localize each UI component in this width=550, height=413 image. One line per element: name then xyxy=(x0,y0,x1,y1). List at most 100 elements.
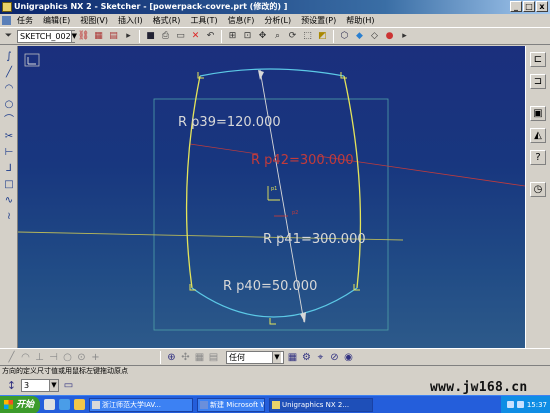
assembly-navigator-icon[interactable]: ⊏ xyxy=(530,52,546,67)
minimize-button[interactable]: _ xyxy=(510,1,522,12)
menu-tools[interactable]: 工具(T) xyxy=(185,14,222,27)
fillet-icon[interactable]: ⌒ xyxy=(2,114,16,127)
windows-logo-icon xyxy=(4,399,13,409)
trim-icon[interactable]: ✂ xyxy=(2,130,16,143)
desktop-icon[interactable] xyxy=(44,399,55,410)
table-icon[interactable]: ▤ xyxy=(107,30,120,43)
delete-icon[interactable]: ✕ xyxy=(189,30,202,43)
clock[interactable]: 15:37 xyxy=(527,396,547,413)
arc-icon[interactable]: ◠ xyxy=(2,82,16,95)
dimension-r-p39[interactable]: R p39=120.000 xyxy=(178,115,281,130)
menu-insert[interactable]: 插入(I) xyxy=(113,14,148,27)
zoom-fit-icon[interactable]: ⊞ xyxy=(226,30,239,43)
snap-line-icon[interactable]: ╱ xyxy=(6,352,17,363)
sketch-select[interactable]: SKETCH_002 ▼ xyxy=(17,29,78,43)
grid-icon[interactable]: ▦ xyxy=(92,30,105,43)
watermark: www.jw168.cn xyxy=(430,380,528,395)
more-icon[interactable]: ▸ xyxy=(398,30,411,43)
restore-button[interactable]: □ xyxy=(523,1,535,12)
layer-icon[interactable]: ◩ xyxy=(316,30,329,43)
snap-arc-icon[interactable]: ◠ xyxy=(20,352,31,363)
view-icon[interactable]: ⬚ xyxy=(301,30,314,43)
quick-pick-icon[interactable]: ⌖ xyxy=(315,352,326,363)
select-all-icon[interactable]: ▦ xyxy=(287,352,298,363)
dimension-r-p41[interactable]: R p41=300.000 xyxy=(263,232,366,247)
studio-spline-icon[interactable]: ≀ xyxy=(2,210,16,223)
window-controls: _ □ x xyxy=(510,1,548,12)
snap-end-icon[interactable]: ⊥ xyxy=(34,352,45,363)
status-prompt: 方向的定义尺寸值或用鼠标左键拖动原点 xyxy=(0,365,550,375)
history-icon[interactable]: ▣ xyxy=(530,106,546,121)
circle-icon[interactable]: ○ xyxy=(2,98,16,111)
grid-snap-icon[interactable]: ▦ xyxy=(194,352,205,363)
right-arc[interactable] xyxy=(343,75,362,289)
pan-icon[interactable]: ✥ xyxy=(256,30,269,43)
spin-icon[interactable]: ↕ xyxy=(6,379,17,392)
extend-icon[interactable]: ⊢ xyxy=(2,146,16,159)
profile-icon[interactable]: ∫ xyxy=(2,50,16,63)
point-icon[interactable]: ⊕ xyxy=(166,352,177,363)
separator xyxy=(221,29,222,43)
folder-icon[interactable] xyxy=(74,399,85,410)
help-icon[interactable]: ? xyxy=(530,150,546,165)
menu-view[interactable]: 视图(V) xyxy=(75,14,113,27)
corner-icon[interactable]: ⅃ xyxy=(2,162,16,175)
line-icon[interactable]: ╱ xyxy=(2,66,16,79)
ie-icon[interactable] xyxy=(59,399,70,410)
spline-icon[interactable]: ∿ xyxy=(2,194,16,207)
count-select[interactable]: 3 ▼ xyxy=(21,378,59,392)
volume-icon[interactable] xyxy=(516,401,524,408)
dimension-r-p40[interactable]: R p40=50.000 xyxy=(223,279,317,294)
camera-icon[interactable]: ▸ xyxy=(122,30,135,43)
menu-format[interactable]: 格式(R) xyxy=(148,14,186,27)
constraint-snap-icon[interactable]: ✣ xyxy=(180,352,191,363)
part-navigator-icon[interactable]: ⊐ xyxy=(530,74,546,89)
undo-icon[interactable]: ↶ xyxy=(204,30,217,43)
selection-filter-select[interactable]: 任何 ▼ xyxy=(226,350,284,364)
menu-preferences[interactable]: 预设置(P) xyxy=(296,14,341,27)
wireframe-icon[interactable]: ◇ xyxy=(368,30,381,43)
menu-analysis[interactable]: 分析(L) xyxy=(259,14,296,27)
table-snap-icon[interactable]: ▤ xyxy=(208,352,219,363)
chevron-down-icon: ▼ xyxy=(49,379,58,391)
menu-info[interactable]: 信息(F) xyxy=(223,14,260,27)
close-button[interactable]: x xyxy=(536,1,548,12)
sketch-curve-toolbar: ∫ ╱ ◠ ○ ⌒ ✂ ⊢ ⅃ □ ∿ ≀ xyxy=(0,46,18,348)
task-word[interactable]: 新建 Microsoft W... xyxy=(197,397,265,412)
deselect-icon[interactable]: ⊘ xyxy=(329,352,340,363)
network-icon[interactable] xyxy=(506,401,514,408)
task-browser[interactable]: 浙江师范大学IAV... xyxy=(89,397,193,412)
snap-circle-icon[interactable]: ○ xyxy=(62,352,73,363)
color-icon[interactable]: ● xyxy=(383,30,396,43)
roles-icon[interactable]: ◭ xyxy=(530,128,546,143)
clock-icon[interactable]: ◷ xyxy=(530,182,546,197)
task-unigraphics[interactable]: Unigraphics NX 2... xyxy=(269,397,373,412)
rectangle-icon[interactable]: □ xyxy=(2,178,16,191)
filter-icon[interactable]: ⚙ xyxy=(301,352,312,363)
menu-edit[interactable]: 编辑(E) xyxy=(38,14,75,27)
rotate-icon[interactable]: ⟳ xyxy=(286,30,299,43)
cube-icon[interactable]: ⬡ xyxy=(338,30,351,43)
shaded-cube-icon[interactable]: ◆ xyxy=(353,30,366,43)
zoom-icon[interactable]: ⌕ xyxy=(271,30,284,43)
menu-task[interactable]: 任务 xyxy=(12,14,38,27)
snap-mid-icon[interactable]: ⊣ xyxy=(48,352,59,363)
constraint-icon[interactable]: ⛓ xyxy=(77,30,90,43)
main-toolbar: ⏷ SKETCH_002 ▼ ⛓ ▦ ▤ ▸ ■ ⎙ ▭ ✕ ↶ ⊞ ⊡ ✥ ⌕… xyxy=(0,27,550,45)
sketch-icon[interactable]: ⏷ xyxy=(2,30,15,43)
zoom-window-icon[interactable]: ⊡ xyxy=(241,30,254,43)
fit-icon[interactable]: ▭ xyxy=(174,30,187,43)
print-icon[interactable]: ⎙ xyxy=(159,30,172,43)
bottom-point-marker xyxy=(269,318,276,325)
snap-point-icon[interactable]: + xyxy=(90,352,101,363)
save-icon[interactable]: ■ xyxy=(144,30,157,43)
dimension-r-p42[interactable]: R p42=300.000 xyxy=(251,153,354,168)
left-arc[interactable] xyxy=(185,75,201,289)
start-button[interactable]: 开始 xyxy=(0,396,40,413)
menu-help[interactable]: 帮助(H) xyxy=(341,14,379,27)
snap-center-icon[interactable]: ⊙ xyxy=(76,352,87,363)
show-icon[interactable]: ◉ xyxy=(343,352,354,363)
document-icon[interactable]: ▭ xyxy=(63,380,74,391)
top-arc[interactable] xyxy=(199,68,345,77)
graphics-canvas[interactable]: R p39=120.000 R p42=300.000 R p41=300.00… xyxy=(18,46,525,348)
